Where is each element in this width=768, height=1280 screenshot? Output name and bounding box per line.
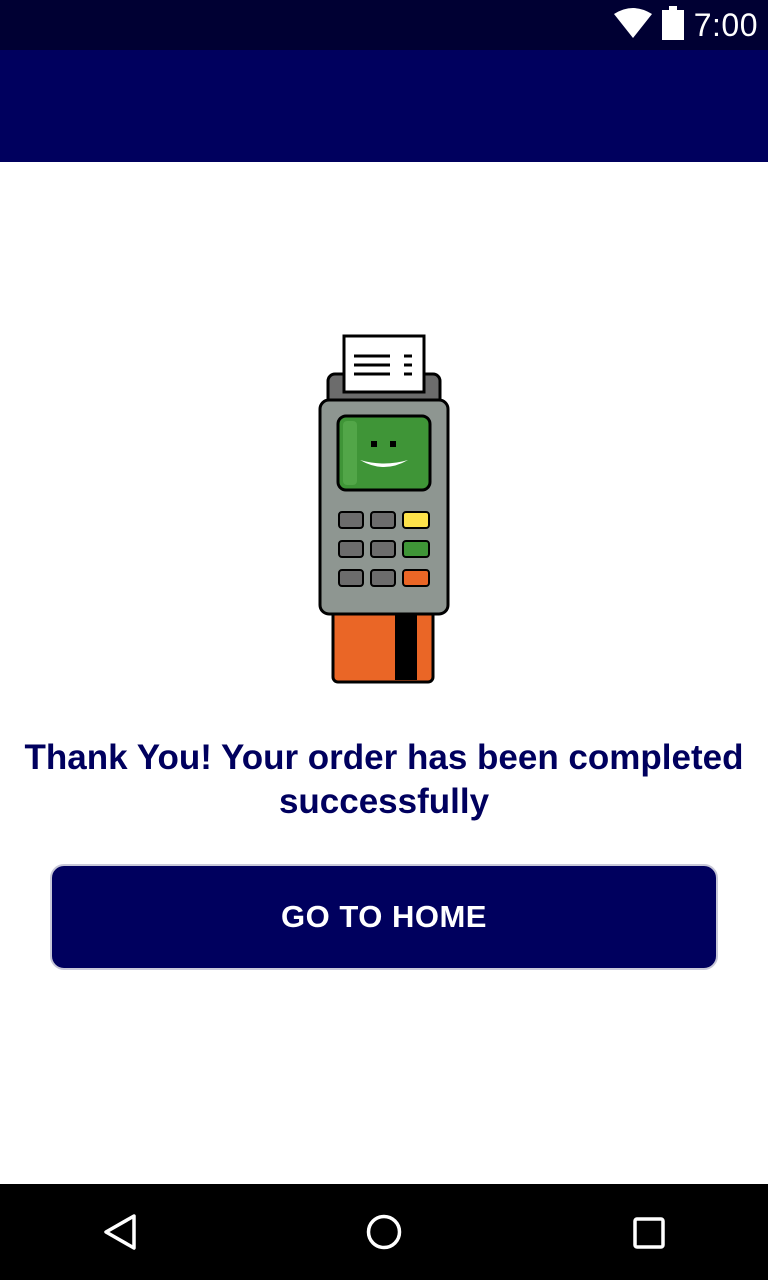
- status-bar: 7:00: [0, 0, 768, 50]
- card-payment-terminal-icon: [310, 334, 460, 684]
- status-time: 7:00: [693, 6, 758, 43]
- navigation-bar: [0, 1184, 768, 1280]
- app-bar: [0, 50, 768, 162]
- order-success-message: Thank You! Your order has been completed…: [24, 738, 744, 821]
- home-circle-icon[interactable]: [360, 1208, 408, 1256]
- recents-square-icon[interactable]: [624, 1208, 672, 1256]
- back-icon[interactable]: [96, 1208, 144, 1256]
- wifi-icon: [613, 7, 652, 43]
- status-icons: 7:00: [613, 0, 758, 50]
- content-area: Thank You! Your order has been completed…: [0, 162, 768, 1184]
- go-to-home-button[interactable]: GO TO HOME: [50, 864, 718, 970]
- battery-icon: [661, 5, 684, 45]
